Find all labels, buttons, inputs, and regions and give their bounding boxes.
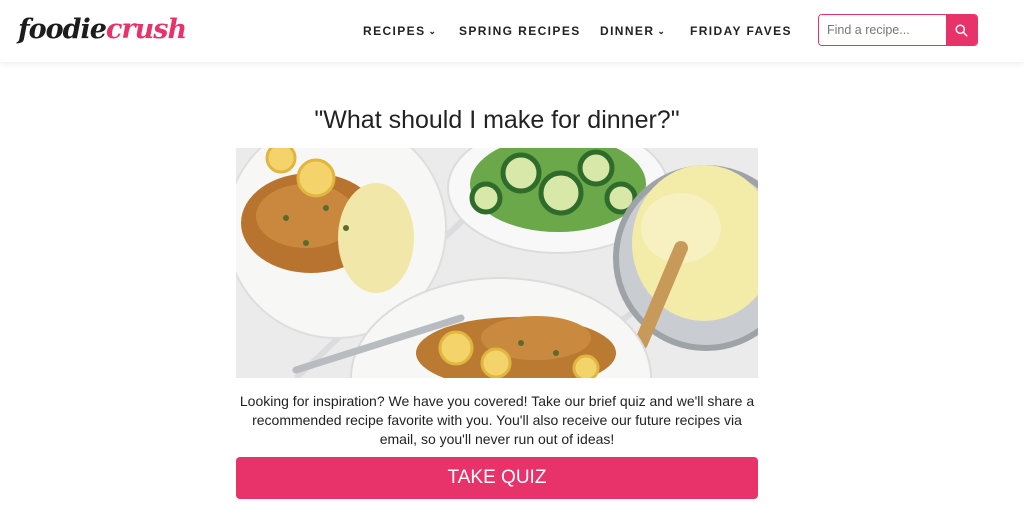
nav-item-spring-recipes[interactable]: SPRING RECIPES bbox=[459, 23, 581, 39]
dinner-photo bbox=[236, 148, 758, 378]
nav-item-dinner[interactable]: DINNER ⌄ bbox=[600, 23, 666, 39]
nav-item-label: RECIPES bbox=[363, 24, 426, 38]
quiz-description: Looking for inspiration? We have you cov… bbox=[239, 393, 755, 447]
logo-text-foodie: foodie bbox=[18, 14, 107, 45]
nav-item-label: SPRING RECIPES bbox=[459, 24, 581, 38]
chevron-down-icon: ⌄ bbox=[428, 26, 438, 36]
search-icon bbox=[955, 23, 968, 37]
hero-image bbox=[236, 148, 758, 378]
take-quiz-button[interactable]: TAKE QUIZ bbox=[236, 457, 758, 499]
search-input[interactable] bbox=[819, 15, 947, 45]
nav-item-recipes[interactable]: RECIPES ⌄ bbox=[363, 23, 437, 39]
logo-text-crush: crush bbox=[105, 14, 187, 45]
page-headline: "What should I make for dinner?" bbox=[314, 106, 680, 134]
nav-item-label: FRIDAY FAVES bbox=[690, 24, 792, 38]
site-header: foodiecrush RECIPES ⌄ SPRING RECIPES DINN… bbox=[0, 0, 1024, 62]
site-logo[interactable]: foodiecrush bbox=[18, 10, 187, 50]
chevron-down-icon: ⌄ bbox=[657, 26, 667, 36]
nav-item-friday-faves[interactable]: FRIDAY FAVES bbox=[690, 23, 792, 39]
nav-item-label: DINNER bbox=[600, 24, 655, 38]
search-button[interactable] bbox=[946, 15, 977, 45]
search-form bbox=[818, 14, 978, 46]
